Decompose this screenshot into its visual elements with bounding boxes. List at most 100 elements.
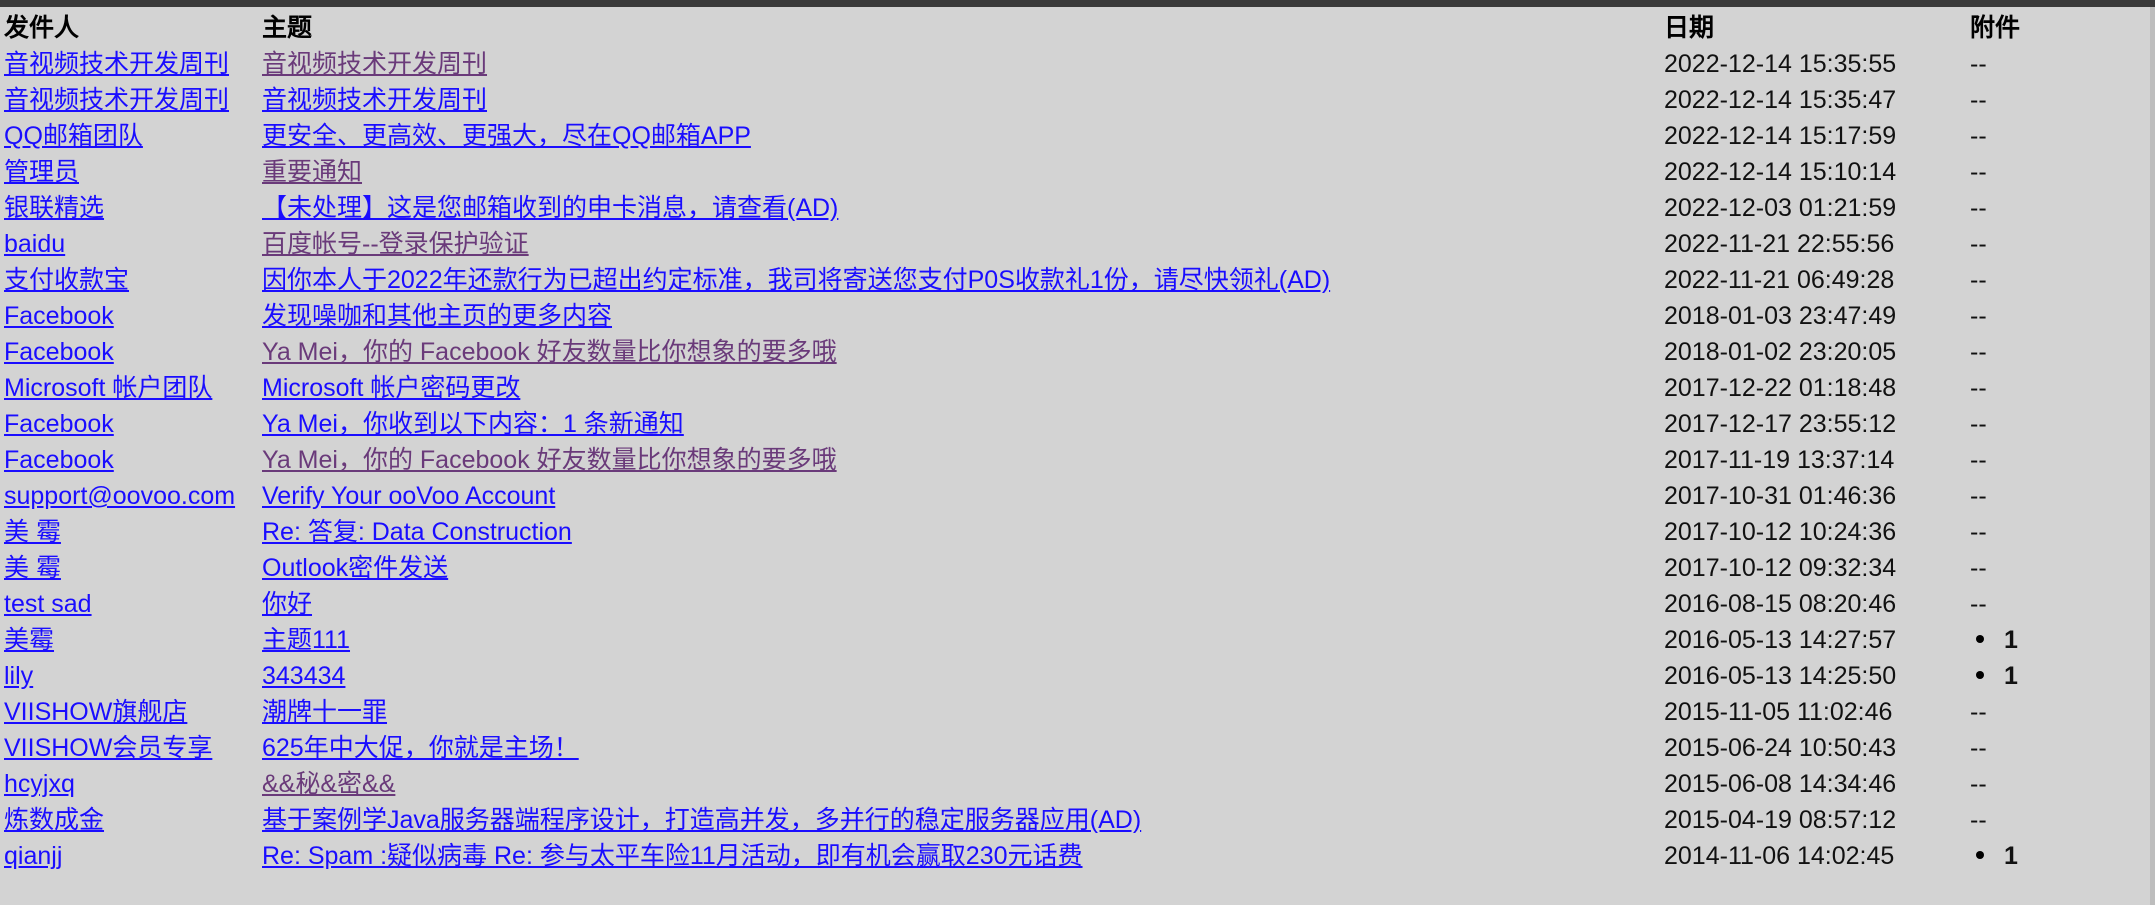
- sender-cell: hcyjxq: [4, 766, 262, 802]
- sender-link[interactable]: 管理员: [4, 158, 79, 186]
- subject-cell: Microsoft 帐户密码更改: [262, 370, 1664, 406]
- sender-link[interactable]: 美 霉: [4, 554, 61, 582]
- no-attachment: --: [1970, 86, 1987, 114]
- subject-link[interactable]: 百度帐号--登录保护验证: [262, 230, 529, 258]
- table-row: lily 343434 2016-05-13 14:25:50 1: [4, 658, 2114, 694]
- attachment-cell: 1: [1970, 838, 2114, 874]
- bullet-icon: [1976, 851, 1984, 860]
- sender-link[interactable]: 银联精选: [4, 194, 104, 222]
- no-attachment: --: [1970, 482, 1987, 510]
- subject-cell: Ya Mei，你的 Facebook 好友数量比你想象的要多哦: [262, 442, 1664, 478]
- sender-link[interactable]: 炼数成金: [4, 806, 104, 834]
- sender-link[interactable]: lily: [4, 662, 33, 690]
- date-cell: 2017-12-22 01:18:48: [1664, 374, 1897, 402]
- subject-link[interactable]: Verify Your ooVoo Account: [262, 482, 555, 510]
- subject-link[interactable]: &&秘&密&&: [262, 770, 395, 798]
- sender-link[interactable]: Facebook: [4, 446, 114, 474]
- subject-link[interactable]: 基于案例学Java服务器端程序设计，打造高并发，多并行的稳定服务器应用(AD): [262, 806, 1141, 834]
- sender-link[interactable]: Facebook: [4, 302, 114, 330]
- subject-link[interactable]: 音视频技术开发周刊: [262, 50, 487, 78]
- sender-link[interactable]: hcyjxq: [4, 770, 75, 798]
- attachment-cell: --: [1970, 802, 2114, 838]
- subject-cell: 基于案例学Java服务器端程序设计，打造高并发，多并行的稳定服务器应用(AD): [262, 802, 1664, 838]
- subject-link[interactable]: 主题111: [262, 626, 350, 654]
- sender-link[interactable]: 音视频技术开发周刊: [4, 50, 229, 78]
- sender-link[interactable]: test sad: [4, 590, 92, 618]
- sender-cell: 音视频技术开发周刊: [4, 46, 262, 82]
- subject-link[interactable]: 更安全、更高效、更强大，尽在QQ邮箱APP: [262, 122, 751, 150]
- subject-link[interactable]: 625年中大促，你就是主场！: [262, 734, 579, 762]
- attachment-cell: --: [1970, 226, 2114, 262]
- subject-link[interactable]: Ya Mei，你收到以下内容：1 条新通知: [262, 410, 684, 438]
- attachment-cell: 1: [1970, 658, 2114, 694]
- subject-link[interactable]: 潮牌十一罪: [262, 698, 387, 726]
- sender-cell: lily: [4, 658, 262, 694]
- date-cell: 2015-11-05 11:02:46: [1664, 698, 1893, 726]
- window-top-border: [0, 0, 2155, 7]
- date-cell: 2017-12-17 23:55:12: [1664, 410, 1897, 438]
- date-cell: 2017-10-12 09:32:34: [1664, 554, 1897, 582]
- attachment-count[interactable]: 1: [2004, 626, 2018, 654]
- subject-link[interactable]: 343434: [262, 662, 345, 690]
- subject-cell: 【未处理】这是您邮箱收到的申卡消息，请查看(AD): [262, 190, 1664, 226]
- sender-link[interactable]: VIISHOW旗舰店: [4, 698, 187, 726]
- subject-link[interactable]: Ya Mei，你的 Facebook 好友数量比你想象的要多哦: [262, 338, 837, 366]
- date-cell: 2022-12-14 15:10:14: [1664, 158, 1897, 186]
- subject-link[interactable]: Microsoft 帐户密码更改: [262, 374, 520, 402]
- subject-cell: Re: Spam :疑似病毒 Re: 参与太平车险11月活动，即有机会赢取230…: [262, 838, 1664, 874]
- subject-cell: 重要通知: [262, 154, 1664, 190]
- attachment-list: 1: [1970, 622, 2018, 658]
- sender-link[interactable]: qianjj: [4, 842, 62, 870]
- sender-link[interactable]: Facebook: [4, 338, 114, 366]
- no-attachment: --: [1970, 698, 1987, 726]
- column-header-attachment: 附件: [1970, 14, 2021, 42]
- subject-link[interactable]: Ya Mei，你的 Facebook 好友数量比你想象的要多哦: [262, 446, 837, 474]
- table-row: Facebook 发现噪咖和其他主页的更多内容 2018-01-03 23:47:4…: [4, 298, 2114, 334]
- sender-cell: qianjj: [4, 838, 262, 874]
- subject-link[interactable]: 因你本人于2022年还款行为已超出约定标准，我司将寄送您支付P0S收款礼1份，请…: [262, 266, 1330, 294]
- subject-cell: Ya Mei，你收到以下内容：1 条新通知: [262, 406, 1664, 442]
- sender-link[interactable]: VIISHOW会员专享: [4, 734, 212, 762]
- sender-link[interactable]: 音视频技术开发周刊: [4, 86, 229, 114]
- no-attachment: --: [1970, 266, 1987, 294]
- sender-link[interactable]: Facebook: [4, 410, 114, 438]
- attachment-cell: 1: [1970, 622, 2114, 658]
- subject-link[interactable]: Re: 答复: Data Construction: [262, 518, 572, 546]
- sender-link[interactable]: QQ邮箱团队: [4, 122, 143, 150]
- no-attachment: --: [1970, 518, 1987, 546]
- sender-link[interactable]: Microsoft 帐户团队: [4, 374, 212, 402]
- subject-link[interactable]: Re: Spam :疑似病毒 Re: 参与太平车险11月活动，即有机会赢取230…: [262, 842, 1083, 870]
- date-cell: 2017-11-19 13:37:14: [1664, 446, 1895, 474]
- sender-link[interactable]: 美霉: [4, 626, 54, 654]
- subject-link[interactable]: 你好: [262, 590, 312, 618]
- bullet-icon: [1976, 635, 1984, 644]
- sender-cell: 银联精选: [4, 190, 262, 226]
- no-attachment: --: [1970, 554, 1987, 582]
- subject-link[interactable]: 音视频技术开发周刊: [262, 86, 487, 114]
- table-row: 美 霉 Re: 答复: Data Construction 2017-10-12 1…: [4, 514, 2114, 550]
- sender-link[interactable]: baidu: [4, 230, 65, 258]
- subject-link[interactable]: 【未处理】这是您邮箱收到的申卡消息，请查看(AD): [262, 194, 838, 222]
- attachment-count[interactable]: 1: [2004, 662, 2018, 690]
- sender-link[interactable]: 支付收款宝: [4, 266, 129, 294]
- bullet-icon: [1976, 671, 1984, 680]
- table-row: baidu 百度帐号--登录保护验证 2022-11-21 22:55:56 --: [4, 226, 2114, 262]
- sender-cell: Facebook: [4, 334, 262, 370]
- sender-link[interactable]: 美 霉: [4, 518, 61, 546]
- attachment-cell: --: [1970, 550, 2114, 586]
- sender-cell: Microsoft 帐户团队: [4, 370, 262, 406]
- attachment-count[interactable]: 1: [2004, 842, 2018, 870]
- date-cell: 2018-01-02 23:20:05: [1664, 338, 1897, 366]
- sender-cell: baidu: [4, 226, 262, 262]
- sender-cell: 美 霉: [4, 550, 262, 586]
- sender-cell: VIISHOW旗舰店: [4, 694, 262, 730]
- subject-link[interactable]: 重要通知: [262, 158, 362, 186]
- sender-link[interactable]: support@oovoo.com: [4, 482, 235, 510]
- subject-link[interactable]: 发现噪咖和其他主页的更多内容: [262, 302, 612, 330]
- attachment-cell: --: [1970, 298, 2114, 334]
- table-row: 美 霉 Outlook密件发送 2017-10-12 09:32:34 --: [4, 550, 2114, 586]
- subject-link[interactable]: Outlook密件发送: [262, 554, 448, 582]
- sender-cell: Facebook: [4, 298, 262, 334]
- date-cell: 2016-05-13 14:25:50: [1664, 662, 1897, 690]
- table-row: qianjj Re: Spam :疑似病毒 Re: 参与太平车险11月活动，即有机…: [4, 838, 2114, 874]
